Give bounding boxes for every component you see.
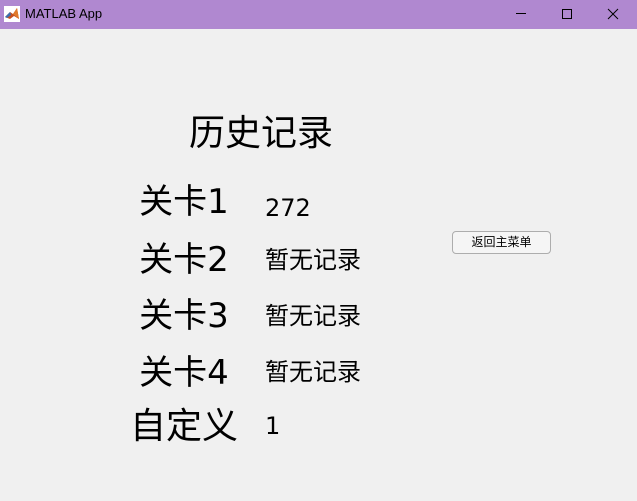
- record-value-level-3: 暂无记录: [265, 302, 361, 330]
- minimize-button[interactable]: [498, 0, 544, 29]
- record-value-custom: 1: [265, 412, 281, 440]
- back-to-main-menu-button[interactable]: 返回主菜单: [452, 231, 551, 254]
- title-bar[interactable]: MATLAB App: [0, 0, 637, 29]
- matlab-logo-icon: [4, 6, 20, 22]
- record-value-level-1: 272: [265, 194, 311, 222]
- close-button[interactable]: [590, 0, 636, 29]
- record-label-level-3: 关卡3: [139, 296, 229, 336]
- page-title: 历史记录: [188, 113, 333, 154]
- record-value-level-2: 暂无记录: [265, 246, 361, 274]
- window-title: MATLAB App: [25, 6, 103, 21]
- close-icon: [607, 8, 619, 20]
- record-label-level-4: 关卡4: [139, 353, 229, 393]
- app-window: MATLAB App 历史记录 关卡1 272 关卡2 暂无记录 关卡3 暂无记…: [0, 0, 637, 501]
- record-value-level-4: 暂无记录: [265, 358, 361, 386]
- record-label-level-1: 关卡1: [139, 182, 229, 222]
- maximize-icon: [562, 9, 572, 19]
- minimize-icon: [516, 13, 526, 14]
- maximize-button[interactable]: [544, 0, 590, 29]
- record-label-custom: 自定义: [129, 406, 238, 447]
- app-content: 历史记录 关卡1 272 关卡2 暂无记录 关卡3 暂无记录 关卡4 暂无记录 …: [0, 29, 637, 501]
- record-label-level-2: 关卡2: [139, 240, 229, 280]
